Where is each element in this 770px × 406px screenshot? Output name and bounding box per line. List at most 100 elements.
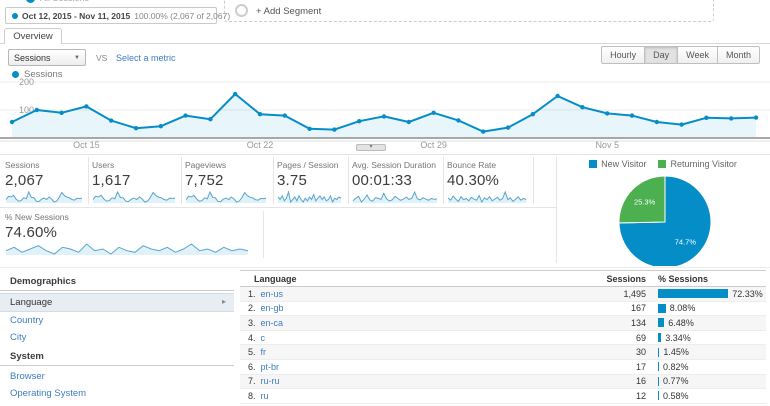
scorecard-new-sessions: % New Sessions 74.60% bbox=[5, 212, 255, 259]
sidebar-item-label: Operating System bbox=[10, 388, 87, 399]
data-point-marker bbox=[233, 91, 238, 97]
language-link[interactable]: pt-br bbox=[261, 362, 280, 372]
card-divider bbox=[263, 211, 264, 258]
granularity-month[interactable]: Month bbox=[716, 46, 760, 64]
pie-svg: 74.7% 25.3% bbox=[618, 175, 712, 269]
data-point-marker bbox=[109, 118, 114, 123]
column-header-sessions[interactable]: Sessions bbox=[571, 274, 646, 284]
data-point-marker bbox=[282, 113, 287, 118]
language-link[interactable]: ru-ru bbox=[261, 376, 280, 386]
data-point-marker bbox=[34, 107, 39, 113]
metric-select[interactable]: Sessions ▼ bbox=[8, 49, 86, 66]
sidebar-item-country[interactable]: Country bbox=[0, 312, 234, 329]
analytics-audience-overview-page: All Sessions Oct 12, 2015 - Nov 11, 2015… bbox=[0, 0, 770, 406]
table-row: 7. ru-ru 16 0.77% bbox=[240, 374, 766, 390]
sparkline bbox=[5, 243, 249, 255]
pct-sessions-cell: 0.77% bbox=[646, 376, 766, 386]
language-cell: 6. pt-br bbox=[240, 362, 571, 372]
scorecard-value: 40.30% bbox=[447, 172, 500, 189]
sidebar-section-demographics: Demographics bbox=[0, 271, 234, 291]
data-point-marker bbox=[307, 126, 312, 131]
tabbar-divider bbox=[0, 43, 770, 44]
language-link[interactable]: en-gb bbox=[261, 303, 284, 313]
sidebar-item-language[interactable]: Language ▸ bbox=[0, 293, 234, 312]
scorecard-pages-session: Pages / Session 3.75 bbox=[277, 160, 348, 207]
add-segment-label: + Add Segment bbox=[256, 6, 322, 17]
data-point-marker bbox=[555, 93, 560, 99]
table-row: 1. en-us 1,495 72.33% bbox=[240, 287, 766, 302]
sessions-cell: 1,495 bbox=[623, 288, 646, 299]
timeline-drag-handle[interactable]: ▾ bbox=[356, 144, 386, 151]
table-row: 8. ru 12 0.58% bbox=[240, 389, 766, 404]
language-cell: 3. en-ca bbox=[240, 318, 571, 328]
segment-date-chip[interactable]: Oct 12, 2015 - Nov 11, 2015 100.00% (2,0… bbox=[5, 7, 230, 24]
language-link[interactable]: en-ca bbox=[261, 318, 284, 328]
language-link[interactable]: fr bbox=[261, 347, 267, 357]
pct-sessions-cell: 6.48% bbox=[646, 318, 766, 328]
sessions-cell: 69 bbox=[635, 332, 646, 343]
language-link[interactable]: ru bbox=[261, 391, 269, 401]
language-link[interactable]: en-us bbox=[261, 289, 284, 299]
row-rank: 4. bbox=[248, 332, 256, 343]
pct-sessions-cell: 8.08% bbox=[646, 303, 766, 313]
tab-overview[interactable]: Overview bbox=[4, 28, 62, 44]
pct-label: 0.82% bbox=[663, 361, 689, 372]
card-divider bbox=[348, 157, 349, 204]
scorecard-value: 7,752 bbox=[185, 172, 224, 189]
language-link[interactable]: c bbox=[261, 333, 266, 343]
sidebar-item-label: Language bbox=[10, 297, 53, 308]
language-cell: 4. c bbox=[240, 333, 571, 343]
row-rank: 5. bbox=[248, 347, 256, 358]
scorecard-label: Pageviews bbox=[185, 160, 227, 170]
data-point-marker bbox=[257, 112, 263, 117]
pct-label: 6.48% bbox=[668, 317, 694, 328]
data-point-marker bbox=[357, 119, 362, 124]
pct-sessions-cell: 72.33% bbox=[646, 289, 766, 299]
granularity-hourly[interactable]: Hourly bbox=[601, 46, 646, 64]
sessions-cell: 17 bbox=[635, 361, 646, 372]
sidebar-item-label: City bbox=[10, 332, 27, 343]
visitors-pie-chart: 74.7% 25.3% bbox=[560, 156, 770, 269]
column-header-pct-sessions[interactable]: % Sessions bbox=[646, 274, 766, 284]
language-cell: 2. en-gb bbox=[240, 303, 571, 313]
add-segment-circle-icon bbox=[235, 4, 248, 17]
granularity-day[interactable]: Day bbox=[644, 46, 679, 64]
sessions-cell: 12 bbox=[635, 390, 646, 401]
segment-dot-icon bbox=[26, 0, 35, 3]
segment-stat-label: 100.00% (2,067 of 2,067) bbox=[134, 10, 231, 21]
scorecard-label: Sessions bbox=[5, 160, 40, 170]
add-segment-dropzone[interactable]: + Add Segment bbox=[224, 0, 714, 22]
scorecard-value: 00:01:33 bbox=[352, 172, 412, 189]
card-divider bbox=[273, 157, 274, 204]
data-point-marker bbox=[183, 113, 188, 118]
scorecard-label: Avg. Session Duration bbox=[352, 160, 436, 170]
sidebar-item-city[interactable]: City bbox=[0, 329, 234, 346]
sidebar-item-browser[interactable]: Browser bbox=[0, 368, 234, 385]
granularity-week[interactable]: Week bbox=[677, 46, 718, 64]
x-axis-label: Oct 29 bbox=[420, 140, 447, 150]
data-point-marker bbox=[580, 105, 585, 110]
pie-legend-item-returning-visitor: Returning Visitor bbox=[658, 159, 737, 169]
sparkline bbox=[352, 190, 438, 203]
sparkline bbox=[447, 190, 527, 204]
scorecard-users: Users 1,617 bbox=[92, 160, 182, 207]
language-table: Language Sessions% Sessions 1. en-us 1,495 72… bbox=[240, 270, 766, 404]
pct-sessions-cell: 3.34% bbox=[646, 333, 766, 343]
column-header-language[interactable]: Language bbox=[240, 274, 571, 284]
scorecard-label: % New Sessions bbox=[5, 212, 69, 222]
sidebar-item-service-provider[interactable]: Service Provider bbox=[0, 402, 234, 406]
pie-slice-label: 74.7% bbox=[675, 238, 697, 247]
pie-legend-item-new-visitor: New Visitor bbox=[589, 159, 646, 169]
row-rank: 1. bbox=[248, 288, 256, 299]
card-divider bbox=[181, 157, 182, 204]
data-point-marker bbox=[729, 116, 734, 121]
row-rank: 8. bbox=[248, 390, 256, 401]
pie-module-divider bbox=[556, 157, 557, 263]
sidebar-item-operating-system[interactable]: Operating System bbox=[0, 385, 234, 402]
pct-label: 72.33% bbox=[732, 288, 763, 299]
card-divider bbox=[533, 157, 534, 204]
x-axis-label: Oct 22 bbox=[247, 140, 274, 150]
pct-label: 8.08% bbox=[669, 303, 696, 314]
pct-bar bbox=[658, 318, 665, 328]
select-metric-link[interactable]: Select a metric bbox=[116, 53, 176, 63]
